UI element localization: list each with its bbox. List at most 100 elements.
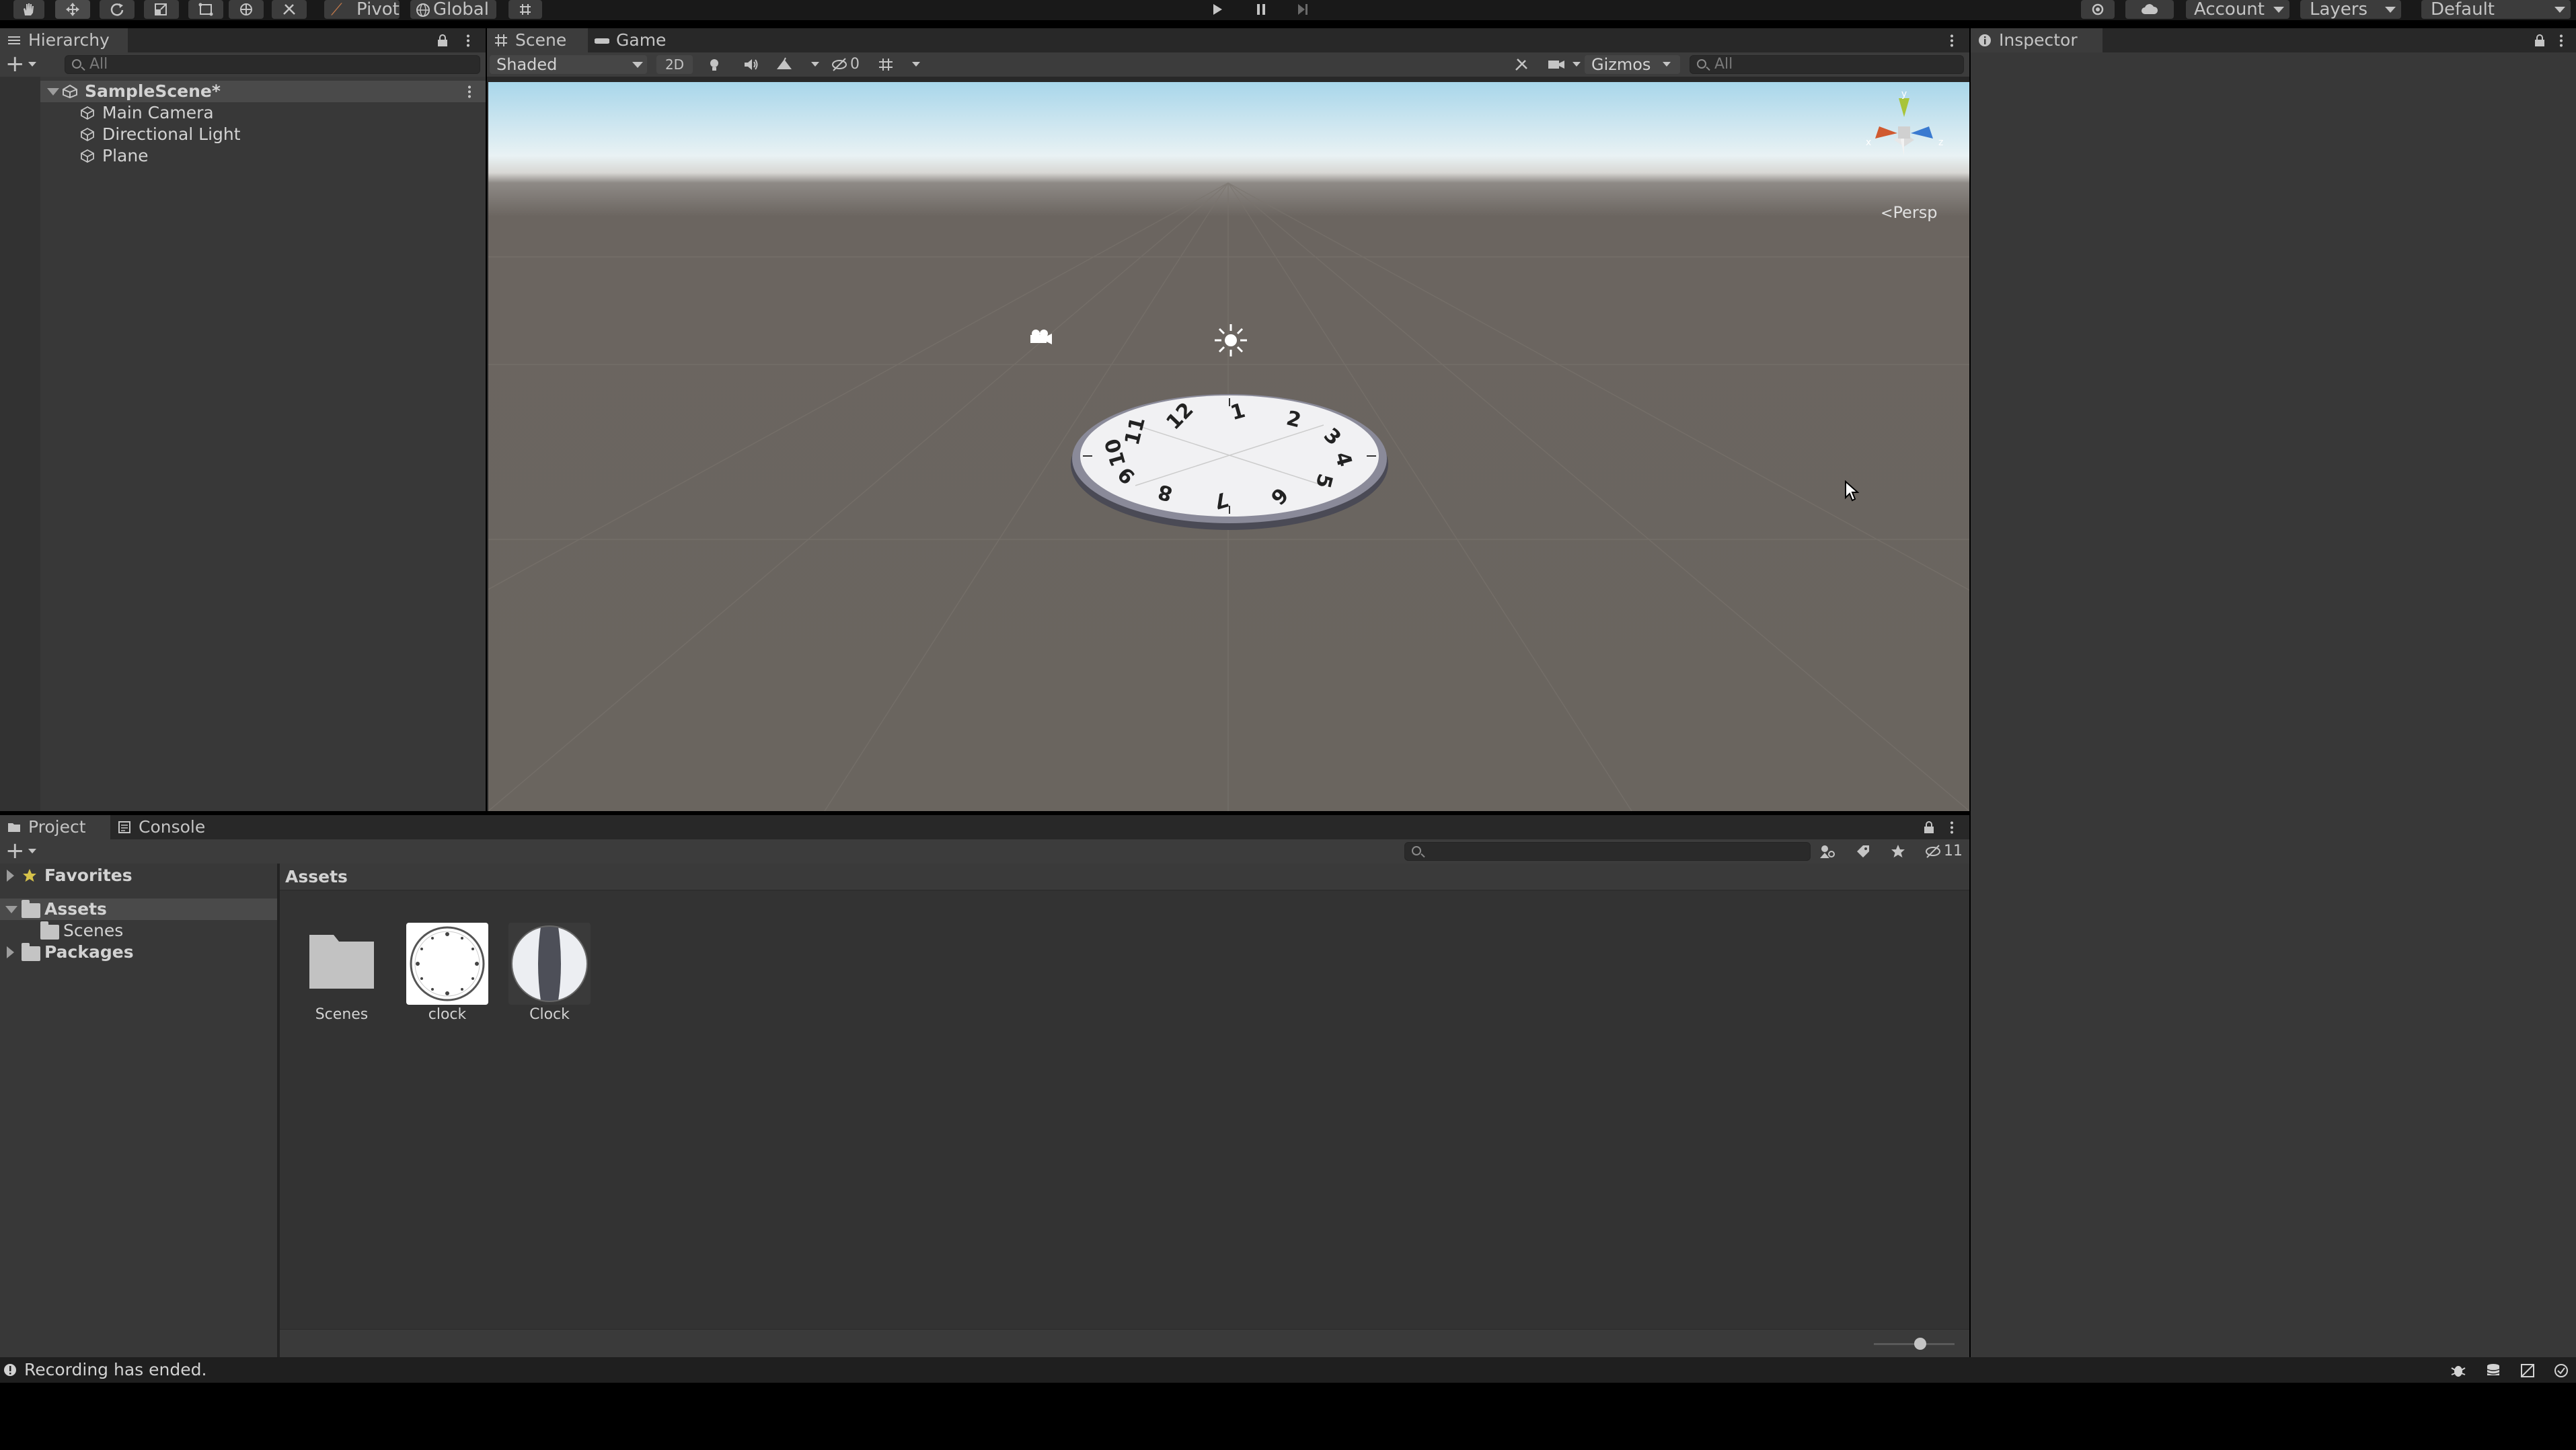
scale-tool-icon[interactable] bbox=[144, 0, 179, 19]
favorite-star-icon[interactable] bbox=[1890, 843, 1906, 860]
hierarchy-item-plane[interactable]: Plane bbox=[79, 145, 483, 167]
orientation-gizmo[interactable]: y x z bbox=[1854, 91, 1955, 179]
shading-mode-dropdown[interactable]: Shaded bbox=[490, 55, 647, 74]
scene-search-input[interactable]: All bbox=[1690, 55, 1964, 74]
tab-scene-label: Scene bbox=[515, 30, 567, 50]
check-icon[interactable] bbox=[2553, 1363, 2571, 1379]
pivot-toggle[interactable]: ⟋ Pivot bbox=[324, 0, 400, 19]
projection-toggle[interactable]: <Persp bbox=[1881, 203, 1937, 222]
folder-icon bbox=[8, 823, 20, 832]
2d-label: 2D bbox=[665, 56, 685, 73]
tools-icon[interactable] bbox=[1513, 56, 1529, 73]
hierarchy-item-directional-light[interactable]: Directional Light bbox=[79, 124, 483, 145]
more-icon[interactable] bbox=[468, 85, 471, 98]
asset-item-clock-material[interactable]: Clock bbox=[504, 923, 599, 1037]
gizmos-dropdown[interactable]: Gizmos bbox=[1585, 55, 1680, 74]
gameobject-icon bbox=[81, 149, 94, 163]
status-bar: Recording has ended. bbox=[0, 1357, 2576, 1383]
clock-material-icon bbox=[508, 923, 591, 1005]
play-icon[interactable] bbox=[1200, 0, 1234, 19]
services-icon[interactable] bbox=[2081, 0, 2115, 19]
scene-tabbar: Scene Game bbox=[487, 28, 1969, 52]
grid-snap-icon[interactable] bbox=[508, 0, 542, 19]
project-panel: Project Console + 11 Favorites Assets Sc… bbox=[0, 815, 1969, 1357]
more-icon[interactable] bbox=[2560, 34, 2563, 47]
auto-generate-lighting-icon[interactable] bbox=[2520, 1363, 2537, 1379]
chevron-down-icon[interactable] bbox=[912, 62, 920, 67]
hand-tool-icon[interactable] bbox=[13, 0, 44, 19]
tree-item-packages[interactable]: Packages bbox=[0, 942, 277, 963]
chevron-down-icon[interactable] bbox=[28, 849, 36, 853]
tree-item-favorites[interactable]: Favorites bbox=[0, 865, 277, 886]
chevron-down-icon[interactable] bbox=[1573, 62, 1581, 67]
hierarchy-item-main-camera[interactable]: Main Camera bbox=[79, 102, 483, 124]
audio-icon[interactable] bbox=[743, 56, 760, 73]
hidden-objects-icon[interactable] bbox=[831, 56, 847, 73]
directional-light-gizmo-icon[interactable] bbox=[1212, 321, 1250, 359]
clock-face: 12 1 234567891011 bbox=[1071, 394, 1388, 530]
main-toolbar: ⟋ Pivot Global Account Layers Default bbox=[0, 0, 2576, 20]
camera-icon[interactable] bbox=[1547, 58, 1566, 71]
scene-viewport[interactable]: 12 1 2 3 4 5 6 7 8 9 10 11 y x z <Persp bbox=[488, 82, 1969, 811]
slider-thumb[interactable] bbox=[1914, 1338, 1926, 1350]
lock-icon[interactable] bbox=[2533, 34, 2546, 47]
lighting-icon[interactable] bbox=[706, 56, 722, 73]
rect-tool-icon[interactable] bbox=[188, 0, 223, 19]
axis-z-label: z bbox=[1938, 137, 1943, 148]
tree-item-scenes[interactable]: Scenes bbox=[40, 920, 277, 942]
tab-scene[interactable]: Scene bbox=[487, 28, 588, 52]
rotate-tool-icon[interactable] bbox=[100, 0, 135, 19]
status-message[interactable]: Recording has ended. bbox=[24, 1357, 206, 1383]
scene-row[interactable]: SampleScene* bbox=[40, 81, 486, 102]
tab-game[interactable]: Game bbox=[588, 28, 689, 52]
asset-browser: Assets Scenes clock Clock bbox=[280, 864, 1969, 1357]
asset-item-clock-texture[interactable]: clock bbox=[402, 923, 496, 1037]
hidden-packages-icon[interactable] bbox=[1925, 843, 1941, 860]
more-icon[interactable] bbox=[467, 34, 469, 47]
label-tag-icon[interactable] bbox=[1855, 843, 1871, 860]
chevron-down-icon bbox=[2554, 7, 2565, 13]
tab-hierarchy[interactable]: Hierarchy bbox=[0, 28, 128, 52]
camera-gizmo-icon[interactable] bbox=[1026, 327, 1053, 347]
global-toggle[interactable]: Global bbox=[410, 0, 496, 19]
move-tool-icon[interactable] bbox=[55, 0, 90, 19]
project-search-input[interactable] bbox=[1404, 842, 1811, 861]
cache-server-icon[interactable] bbox=[2485, 1363, 2502, 1379]
layers-dropdown[interactable]: Layers bbox=[2300, 0, 2401, 19]
account-dropdown[interactable]: Account bbox=[2186, 0, 2289, 19]
tab-console[interactable]: Console bbox=[110, 815, 225, 839]
clock-plane-object[interactable]: 12 1 2 3 4 5 6 7 8 9 10 11 bbox=[1068, 385, 1391, 533]
effects-icon[interactable] bbox=[776, 56, 794, 73]
more-icon[interactable] bbox=[1950, 34, 1953, 47]
chevron-down-icon bbox=[47, 88, 59, 96]
cloud-icon[interactable] bbox=[2125, 0, 2174, 19]
debug-icon[interactable] bbox=[2450, 1363, 2467, 1379]
chevron-down-icon bbox=[2385, 7, 2396, 13]
asset-item-scenes[interactable]: Scenes bbox=[304, 923, 398, 1037]
transform-tool-icon[interactable] bbox=[229, 0, 264, 19]
pause-icon[interactable] bbox=[1244, 0, 1278, 19]
tree-item-assets[interactable]: Assets bbox=[0, 899, 277, 920]
info-icon bbox=[1979, 34, 1991, 46]
lock-icon[interactable] bbox=[1922, 821, 1936, 834]
breadcrumb-assets[interactable]: Assets bbox=[285, 864, 348, 890]
chevron-down-icon[interactable] bbox=[811, 62, 819, 67]
clock-texture-icon bbox=[406, 923, 488, 1005]
search-by-type-icon[interactable] bbox=[1819, 843, 1836, 860]
tab-project[interactable]: Project bbox=[0, 815, 110, 839]
custom-tool-icon[interactable] bbox=[272, 0, 307, 19]
layout-dropdown[interactable]: Default bbox=[2421, 0, 2571, 19]
chevron-down-icon[interactable] bbox=[28, 62, 36, 67]
more-icon[interactable] bbox=[1950, 821, 1953, 834]
tab-inspector[interactable]: Inspector bbox=[1971, 28, 2103, 52]
add-icon[interactable]: + bbox=[5, 52, 25, 75]
2d-toggle[interactable]: 2D bbox=[656, 55, 693, 74]
projection-label: Persp bbox=[1893, 203, 1938, 222]
add-icon[interactable]: + bbox=[5, 839, 25, 862]
step-icon[interactable] bbox=[1286, 0, 1320, 19]
hierarchy-search-input[interactable]: All bbox=[65, 55, 480, 74]
console-icon bbox=[118, 821, 130, 833]
lock-icon[interactable] bbox=[436, 34, 449, 47]
global-label: Global bbox=[433, 0, 489, 20]
grid-icon[interactable] bbox=[877, 56, 895, 73]
